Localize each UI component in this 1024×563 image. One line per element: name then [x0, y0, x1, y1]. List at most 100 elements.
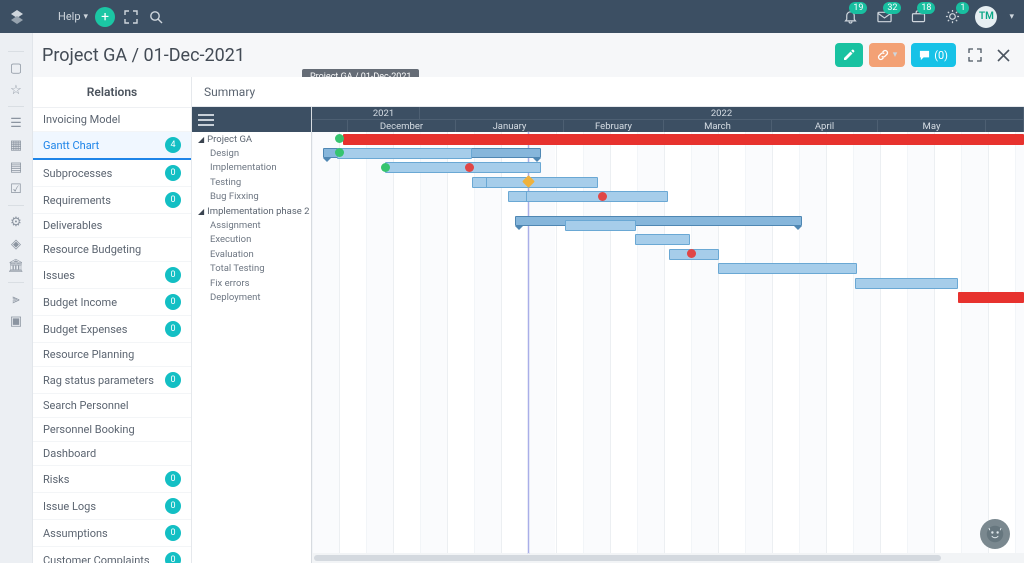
gantt-bar[interactable]: [958, 292, 1024, 303]
relations-item[interactable]: Budget Expenses0: [33, 316, 191, 343]
relations-item[interactable]: Personnel Booking: [33, 418, 191, 442]
task-row[interactable]: Design: [192, 146, 311, 160]
timeline-year: 2021: [348, 107, 420, 119]
user-avatar[interactable]: TM: [975, 6, 997, 28]
left-rail: ▢ ☆ ☰ ▦ ▤ ☑ ⚙ ◈ 🏛 ⫸ ▣: [0, 33, 33, 563]
theme-icon[interactable]: 1: [941, 6, 963, 28]
chat-fab[interactable]: [980, 519, 1010, 549]
relations-item[interactable]: Risks0: [33, 466, 191, 493]
help-label: Help: [58, 10, 81, 23]
gantt-bars-area[interactable]: [312, 132, 1024, 553]
task-row[interactable]: Execution: [192, 233, 311, 247]
scrollbar-thumb[interactable]: [314, 555, 941, 561]
task-row[interactable]: ◢Project GA: [192, 132, 311, 146]
task-row[interactable]: ◢Implementation phase 2: [192, 204, 311, 218]
page-title: Project GA / 01-Dec-2021 Project GA / 01…: [42, 45, 835, 66]
task-row[interactable]: Assignment: [192, 218, 311, 232]
gantt-bar[interactable]: [565, 220, 636, 231]
relations-item-label: Issue Logs: [43, 500, 96, 513]
messages-icon[interactable]: 32: [873, 6, 895, 28]
relations-item-label: Search Personnel: [43, 399, 129, 412]
rail-gear-icon[interactable]: ⚙: [6, 212, 26, 232]
relations-item-label: Requirements: [43, 194, 111, 207]
task-menu-icon[interactable]: [198, 114, 214, 126]
content-panel: Summary ◢Project GADesignImplementationT…: [192, 77, 1024, 563]
relations-item[interactable]: Issue Logs 0: [33, 493, 191, 520]
gantt-bar[interactable]: [515, 216, 802, 226]
app-logo-icon[interactable]: [8, 8, 26, 26]
relations-item-label: Customer Complaints: [43, 554, 150, 563]
close-icon[interactable]: [994, 46, 1012, 64]
relations-item[interactable]: Dashboard: [33, 442, 191, 466]
relations-item[interactable]: Budget Income0: [33, 289, 191, 316]
gantt-bar[interactable]: [343, 134, 1024, 145]
relations-item-label: Subprocesses: [43, 167, 112, 180]
task-row[interactable]: Total Testing: [192, 262, 311, 276]
rail-db-icon[interactable]: ▣: [6, 311, 26, 331]
relations-item-count: 0: [165, 525, 181, 541]
theme-count: 1: [956, 2, 969, 14]
gantt-bar[interactable]: [718, 263, 857, 274]
rail-check-icon[interactable]: ☑: [6, 179, 26, 199]
edit-button[interactable]: [835, 43, 863, 67]
gantt-area: ◢Project GADesignImplementationTestingBu…: [192, 107, 1024, 563]
user-menu-chevron-icon[interactable]: ▾: [1009, 12, 1014, 22]
gantt-bar[interactable]: [855, 278, 958, 289]
fit-screen-icon[interactable]: [966, 46, 984, 64]
fullscreen-icon[interactable]: [122, 8, 140, 26]
relations-item-label: Resource Planning: [43, 348, 134, 361]
collapse-icon[interactable]: ◢: [198, 135, 204, 144]
rail-building-icon[interactable]: 🏛: [6, 256, 26, 276]
comments-button[interactable]: (0): [911, 43, 956, 67]
rail-grid-icon[interactable]: ▦: [6, 135, 26, 155]
task-column-header[interactable]: [192, 107, 311, 132]
relations-item[interactable]: Gantt Chart4: [33, 132, 191, 160]
collapse-icon[interactable]: ◢: [198, 207, 204, 216]
gantt-bar[interactable]: [526, 191, 668, 202]
relations-item[interactable]: Resource Budgeting: [33, 238, 191, 262]
gantt-bar[interactable]: [486, 177, 598, 188]
relations-item[interactable]: Search Personnel: [33, 394, 191, 418]
rail-list-icon[interactable]: ☰: [6, 113, 26, 133]
relations-item-label: Assumptions: [43, 527, 108, 540]
relations-item[interactable]: Resource Planning: [33, 343, 191, 367]
relations-item[interactable]: Invoicing Model: [33, 108, 191, 132]
rail-box-icon[interactable]: ◈: [6, 234, 26, 254]
relations-item[interactable]: Deliverables: [33, 214, 191, 238]
task-row[interactable]: Implementation: [192, 161, 311, 175]
summary-tab[interactable]: Summary: [192, 77, 1024, 107]
gantt-bar[interactable]: [635, 234, 691, 245]
task-row[interactable]: Testing: [192, 175, 311, 189]
briefcase-icon[interactable]: 18: [907, 6, 929, 28]
task-row[interactable]: Bug Fixxing: [192, 190, 311, 204]
relations-item-count: 0: [165, 498, 181, 514]
task-row[interactable]: Evaluation: [192, 247, 311, 261]
rail-kanban-icon[interactable]: ▤: [6, 157, 26, 177]
rail-star-icon[interactable]: ☆: [6, 80, 26, 100]
relations-item[interactable]: Customer Complaints 0: [33, 547, 191, 563]
relations-item[interactable]: Subprocesses0: [33, 160, 191, 187]
relations-item[interactable]: Rag status parameters0: [33, 367, 191, 394]
horizontal-scrollbar[interactable]: [312, 553, 1024, 563]
rail-chart-icon[interactable]: ⫸: [6, 289, 26, 309]
rail-folder-icon[interactable]: ▢: [6, 58, 26, 78]
task-column: ◢Project GADesignImplementationTestingBu…: [192, 107, 312, 563]
search-icon[interactable]: [147, 8, 165, 26]
add-button[interactable]: +: [95, 7, 115, 27]
chevron-down-icon: ▾: [84, 12, 89, 22]
help-menu[interactable]: Help▾: [58, 10, 88, 23]
relations-item-label: Invoicing Model: [43, 113, 120, 126]
gantt-marker-green: [335, 134, 344, 143]
relations-heading: Relations: [33, 77, 191, 108]
relations-item[interactable]: Assumptions 0: [33, 520, 191, 547]
gantt-bar[interactable]: [337, 148, 472, 159]
relations-item[interactable]: Issues0: [33, 262, 191, 289]
task-row[interactable]: Deployment: [192, 290, 311, 304]
relations-item-count: 0: [165, 552, 181, 563]
gantt-bar[interactable]: [385, 162, 542, 173]
notifications-icon[interactable]: 19: [839, 6, 861, 28]
link-button[interactable]: ▾: [869, 43, 906, 67]
relations-item[interactable]: Requirements0: [33, 187, 191, 214]
menu-icon[interactable]: [33, 8, 51, 26]
task-row[interactable]: Fix errors: [192, 276, 311, 290]
